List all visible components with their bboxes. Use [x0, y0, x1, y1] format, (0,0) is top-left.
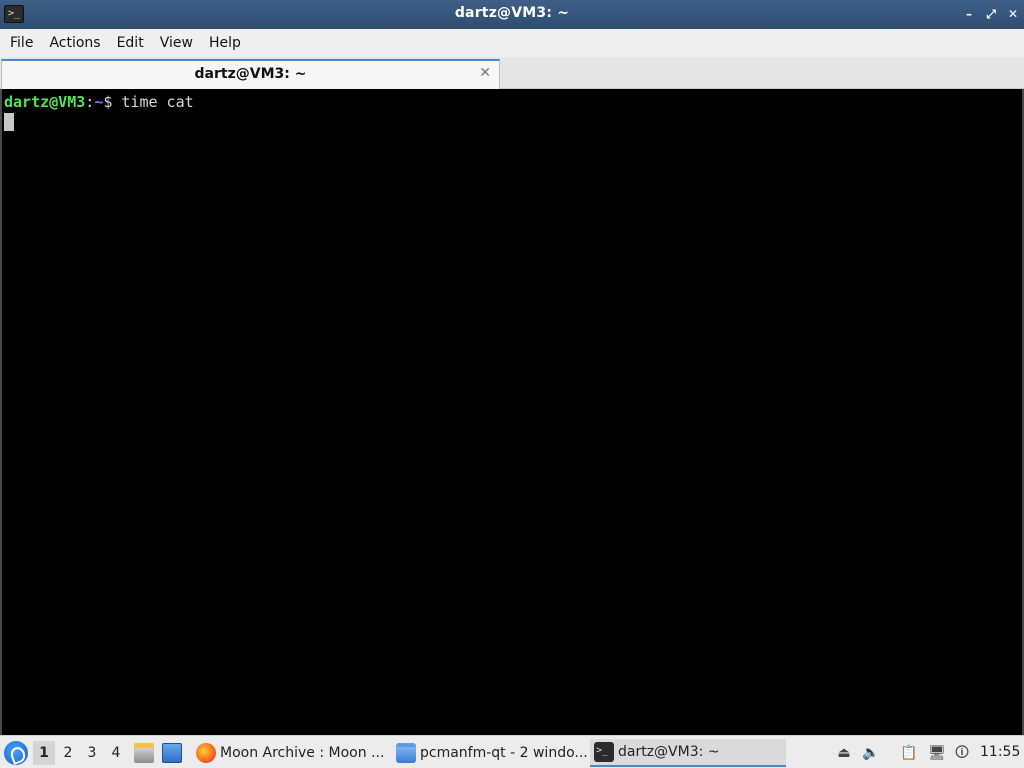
window-titlebar[interactable]: >_ dartz@VM3: ~ – ⤢ ✕ [0, 0, 1024, 29]
prompt-path: ~ [94, 93, 104, 111]
menu-edit[interactable]: Edit [109, 29, 152, 57]
folder-icon [396, 743, 416, 763]
task-label: pcmanfm-qt - 2 windo... [420, 745, 588, 761]
minimize-button[interactable]: – [962, 6, 976, 22]
menu-actions[interactable]: Actions [41, 29, 108, 57]
clipboard-icon[interactable]: 📋 [900, 744, 918, 762]
prompt-separator: : [85, 93, 95, 111]
volume-icon[interactable]: 🔈 [862, 744, 880, 762]
desktop-1-button[interactable]: 1 [33, 741, 55, 765]
show-desktop-icon[interactable] [162, 743, 182, 763]
task-label: dartz@VM3: ~ [618, 744, 720, 760]
desktop-4-button[interactable]: 4 [105, 741, 127, 765]
menu-file[interactable]: File [2, 29, 41, 57]
task-pcmanfm[interactable]: pcmanfm-qt - 2 windo... [392, 739, 588, 767]
window-title: dartz@VM3: ~ [454, 5, 570, 21]
clock[interactable]: 11:55 [980, 744, 1020, 760]
menubar: File Actions Edit View Help [0, 29, 1024, 57]
task-label: Moon Archive : Moon ... [220, 745, 385, 761]
command-text: time cat [121, 93, 194, 111]
desktop-2-button[interactable]: 2 [57, 741, 79, 765]
terminal-icon: >_ [594, 742, 614, 762]
tab-bar: dartz@VM3: ~ ✕ [0, 57, 1024, 89]
prompt-symbol: $ [103, 93, 122, 111]
terminal-output[interactable]: dartz@VM3:~$ time cat [0, 89, 1024, 735]
desktop-3-button[interactable]: 3 [81, 741, 103, 765]
eject-icon[interactable]: ⏏ [835, 744, 853, 762]
tab-terminal[interactable]: dartz@VM3: ~ ✕ [1, 59, 500, 89]
prompt-line: dartz@VM3:~$ time cat [4, 93, 194, 111]
close-button[interactable]: ✕ [1006, 6, 1020, 22]
tab-close-icon[interactable]: ✕ [479, 65, 491, 81]
tab-label: dartz@VM3: ~ [194, 66, 307, 82]
maximize-button[interactable]: ⤢ [984, 6, 998, 22]
taskbar: 1 2 3 4 Moon Archive : Moon ... pcmanfm-… [0, 735, 1024, 768]
task-terminal[interactable]: >_ dartz@VM3: ~ [590, 739, 786, 767]
firefox-icon [196, 743, 216, 763]
update-notifier-icon[interactable]: 🛈 [953, 744, 971, 762]
prompt-user: dartz@VM3 [4, 93, 86, 111]
menu-view[interactable]: View [152, 29, 201, 57]
start-menu-icon[interactable] [4, 741, 28, 765]
menu-help[interactable]: Help [201, 29, 249, 57]
text-cursor [4, 113, 14, 131]
task-firefox[interactable]: Moon Archive : Moon ... [192, 739, 390, 767]
network-icon[interactable]: 🖥 [928, 744, 946, 762]
file-manager-icon[interactable] [134, 743, 154, 763]
